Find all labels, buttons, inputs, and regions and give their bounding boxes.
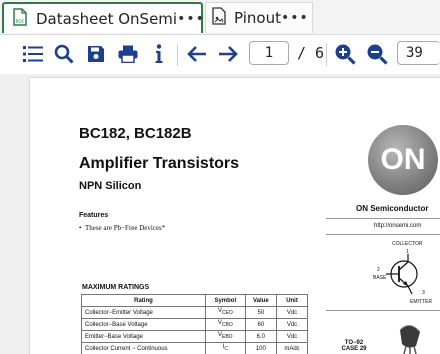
tab-datasheet-onsemi[interactable]: PDF Datasheet OnSemi ••• — [2, 2, 205, 33]
tab-more-icon[interactable]: ••• — [281, 10, 309, 26]
emitter-pin: 3 — [422, 290, 425, 296]
max-ratings-heading: MAXIMUM RATINGS — [82, 284, 150, 291]
table-header-row: Rating Symbol Value Unit — [81, 294, 308, 307]
pdf-file-icon: PDF — [12, 7, 28, 30]
zoom-level-input[interactable]: 39 — [397, 41, 440, 65]
features-heading: Features — [79, 212, 109, 219]
zoom-out-icon[interactable] — [365, 42, 389, 66]
pdf-toolbar: 1 / 6 39 — [0, 35, 440, 73]
arrow-left-icon[interactable] — [185, 42, 209, 66]
package-label: TO−92 CASE 29 — [341, 340, 367, 352]
zoom-in-icon[interactable] — [333, 42, 357, 66]
table-row: Collector Current − Continuous IC 100 mA… — [81, 342, 308, 354]
part-number: BC182, BC182B — [79, 125, 192, 142]
npn-transistor-symbol — [386, 254, 418, 294]
svg-text:PDF: PDF — [16, 19, 25, 25]
table-row: Collector−Base Voltage VCBO 60 Vdc — [81, 318, 308, 331]
document-subtitle: NPN Silicon — [79, 180, 142, 192]
toolbar-divider — [326, 44, 327, 66]
collector-label: COLLECTOR — [392, 241, 423, 247]
tab-strip: PDF Datasheet OnSemi ••• Pinout ••• — [0, 0, 440, 35]
to92-package-image — [399, 325, 421, 354]
tab-pinout[interactable]: Pinout ••• — [205, 2, 313, 33]
table-row: Collector−Emitter Voltage VCEO 50 Vdc — [81, 306, 308, 319]
tab-label: Pinout — [234, 9, 281, 27]
tab-more-icon[interactable]: ••• — [177, 11, 205, 27]
tab-label: Datasheet OnSemi — [36, 9, 178, 28]
feature-item: • These are Pb−Free Devices* — [79, 224, 166, 232]
print-icon[interactable] — [116, 42, 140, 66]
divider — [326, 310, 440, 311]
divider — [326, 218, 440, 219]
page-number-input[interactable]: 1 — [249, 41, 289, 65]
search-icon[interactable] — [52, 42, 76, 66]
page-total: / 6 — [297, 44, 325, 62]
arrow-right-icon[interactable] — [216, 42, 240, 66]
image-file-icon — [212, 7, 226, 29]
document-title: Amplifier Transistors — [79, 155, 240, 172]
max-ratings-table: Rating Symbol Value Unit Collector−Emitt… — [81, 294, 308, 354]
brand-url: http://onsemi.com — [374, 223, 422, 229]
base-label: BASE — [373, 275, 387, 281]
save-icon[interactable] — [84, 42, 108, 66]
on-semiconductor-logo: ON — [368, 125, 438, 195]
outline-list-icon[interactable] — [21, 42, 45, 66]
info-icon[interactable] — [147, 42, 171, 66]
toolbar-divider — [177, 44, 178, 66]
emitter-label: EMITTER — [410, 299, 432, 305]
pdf-page: BC182, BC182B Amplifier Transistors NPN … — [30, 78, 440, 354]
divider — [326, 234, 440, 235]
base-pin: 2 — [377, 267, 380, 273]
table-row: Emitter−Base Voltage VEBO 6.0 Vdc — [81, 330, 308, 343]
pdf-viewport[interactable]: BC182, BC182B Amplifier Transistors NPN … — [0, 74, 440, 354]
brand-name: ON Semiconductor — [356, 204, 429, 213]
